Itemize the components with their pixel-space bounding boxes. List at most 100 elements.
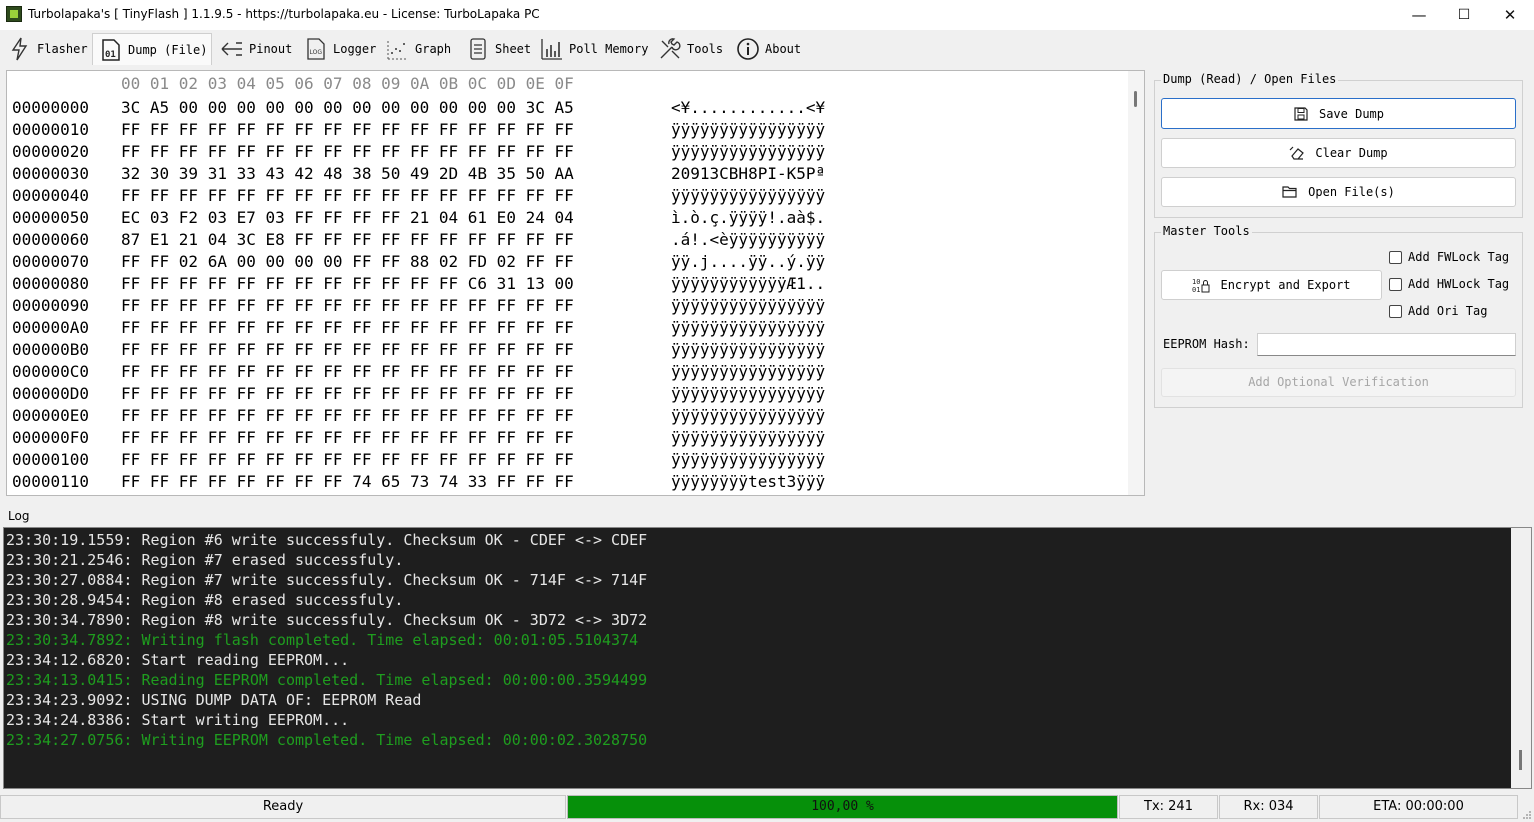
log-panel[interactable]: 23:30:19.1559: Region #6 write successfu…: [3, 527, 1532, 789]
hex-viewer[interactable]: 00 01 02 03 04 05 06 07 08 09 0A 0B 0C 0…: [6, 70, 1145, 496]
tab-sheet[interactable]: Sheet: [460, 33, 534, 65]
close-button[interactable]: ✕: [1487, 0, 1533, 30]
hex-scrollbar[interactable]: [1128, 71, 1144, 495]
open-files-button[interactable]: Open File(s): [1161, 177, 1516, 207]
hex-scrollbar-thumb[interactable]: [1134, 91, 1137, 107]
tab-sheet-label: Sheet: [495, 42, 532, 56]
tab-logger-label: Logger: [333, 42, 377, 56]
hex-address: 00000060: [12, 230, 90, 249]
folder-icon: [1282, 184, 1298, 200]
hex-bytes: FF FF FF FF FF FF FF FF FF FF FF FF FF F…: [121, 340, 574, 359]
resize-grip-icon[interactable]: [1522, 810, 1532, 820]
tab-flasher-label: Flasher: [37, 42, 88, 56]
hex-address: 00000010: [12, 120, 90, 139]
tab-tools[interactable]: Tools: [652, 33, 728, 65]
hex-ascii: ÿÿÿÿÿÿÿÿÿÿÿÿÿÿÿÿ: [671, 384, 826, 403]
hex-bytes: FF FF FF FF FF FF FF FF FF FF FF FF C6 3…: [121, 274, 574, 293]
ori-checkbox-box[interactable]: [1389, 304, 1402, 318]
tab-tools-label: Tools: [687, 42, 724, 56]
info-icon: [736, 37, 760, 61]
file-01-icon: 01: [99, 38, 123, 62]
hex-bytes: FF FF FF FF FF FF FF FF FF FF FF FF FF F…: [121, 142, 574, 161]
window-title: Turbolapaka's [ TinyFlash ] 1.1.9.5 - ht…: [28, 7, 540, 21]
log-scrollbar-thumb[interactable]: [1519, 750, 1522, 770]
eeprom-hash-input[interactable]: [1257, 333, 1516, 356]
graph-dots-icon: [386, 37, 410, 61]
sheet-icon: [466, 37, 490, 61]
hex-address: 00000090: [12, 296, 90, 315]
eeprom-hash-label: EEPROM Hash:: [1163, 337, 1250, 351]
hex-address: 000000E0: [12, 406, 90, 425]
hex-address: 00000100: [12, 450, 90, 469]
tab-flasher[interactable]: Flasher: [2, 33, 90, 65]
log-line: 23:30:21.2546: Region #7 erased successf…: [6, 551, 404, 569]
hex-bytes: FF FF FF FF FF FF FF FF FF FF FF FF FF F…: [121, 428, 574, 447]
fwlock-label: Add FWLock Tag: [1408, 250, 1510, 264]
hex-address: 00000040: [12, 186, 90, 205]
encrypt-export-button[interactable]: 10 01 Encrypt and Export: [1161, 270, 1382, 300]
hex-bytes: 87 E1 21 04 3C E8 FF FF FF FF FF FF FF F…: [121, 230, 574, 249]
svg-text:LOG: LOG: [310, 49, 323, 56]
tab-poll-memory[interactable]: Poll Memory: [534, 33, 652, 65]
ori-label: Add Ori Tag: [1408, 304, 1488, 318]
add-verification-button[interactable]: Add Optional Verification: [1161, 368, 1516, 397]
pinout-arrow-icon: [220, 37, 244, 61]
hex-address: 00000050: [12, 208, 90, 227]
tools-icon: [658, 37, 682, 61]
hex-ascii: ÿÿÿÿÿÿÿÿÿÿÿÿÿÿÿÿ: [671, 340, 826, 359]
hex-address: 00000030: [12, 164, 90, 183]
hex-ascii: .á!.<èÿÿÿÿÿÿÿÿÿÿ: [671, 230, 826, 249]
clear-dump-button[interactable]: Clear Dump: [1161, 138, 1516, 168]
hex-ascii: ÿÿÿÿÿÿÿÿÿÿÿÿÿÿÿÿ: [671, 406, 826, 425]
hex-bytes: FF FF FF FF FF FF FF FF FF FF FF FF FF F…: [121, 406, 574, 425]
tab-logger[interactable]: LOG Logger: [298, 33, 378, 65]
tab-graph[interactable]: Graph: [380, 33, 458, 65]
svg-text:01: 01: [1192, 286, 1200, 293]
log-label: Log: [8, 509, 30, 523]
hex-ascii: ì.ò.ç.ÿÿÿÿ!.aà$.: [671, 208, 826, 227]
tab-pinout-label: Pinout: [249, 42, 293, 56]
hex-bytes: FF FF 02 6A 00 00 00 00 FF FF 88 02 FD 0…: [121, 252, 574, 271]
hex-address: 00000020: [12, 142, 90, 161]
hex-bytes: FF FF FF FF FF FF FF FF FF FF FF FF FF F…: [121, 362, 574, 381]
clear-dump-label: Clear Dump: [1315, 146, 1388, 160]
log-line: 23:34:24.8386: Start writing EEPROM...: [6, 711, 350, 729]
save-icon: [1293, 106, 1309, 122]
hex-ascii: ÿÿÿÿÿÿÿÿÿÿÿÿÿÿÿÿ: [671, 296, 826, 315]
fwlock-tag-checkbox[interactable]: Add FWLock Tag: [1389, 250, 1509, 264]
log-line: 23:34:12.6820: Start reading EEPROM...: [6, 651, 350, 669]
minimize-button[interactable]: —: [1396, 0, 1442, 30]
tab-about[interactable]: About: [730, 33, 804, 65]
hex-address: 000000C0: [12, 362, 90, 381]
hex-ascii: ÿÿÿÿÿÿÿÿÿÿÿÿÿÿÿÿ: [671, 450, 826, 469]
log-line: 23:34:27.0756: Writing EEPROM completed.…: [6, 731, 648, 749]
tab-pinout[interactable]: Pinout: [214, 33, 298, 65]
save-dump-button[interactable]: Save Dump: [1161, 98, 1516, 129]
hex-bytes: FF FF FF FF FF FF FF FF 74 65 73 74 33 F…: [121, 472, 574, 491]
hex-ascii: ÿÿ.j....ÿÿ..ý.ÿÿ: [671, 252, 826, 271]
log-line: 23:30:19.1559: Region #6 write successfu…: [6, 531, 648, 549]
progress-bar: 100,00 %: [567, 795, 1118, 819]
title-bar: Turbolapaka's [ TinyFlash ] 1.1.9.5 - ht…: [0, 0, 1534, 30]
open-files-label: Open File(s): [1308, 185, 1395, 199]
hwlock-tag-checkbox[interactable]: Add HWLock Tag: [1389, 277, 1509, 291]
log-line: 23:34:23.9092: USING DUMP DATA OF: EEPRO…: [6, 691, 422, 709]
hwlock-checkbox-box[interactable]: [1389, 277, 1402, 291]
toolbar: Flasher 01 Dump (File) Pinout LOG Logger…: [0, 30, 1534, 68]
tab-dump-file[interactable]: 01 Dump (File): [92, 33, 212, 65]
eraser-icon: [1289, 145, 1305, 161]
ori-tag-checkbox[interactable]: Add Ori Tag: [1389, 304, 1487, 318]
hex-ascii: ÿÿÿÿÿÿÿÿÿÿÿÿÿÿÿÿ: [671, 120, 826, 139]
hex-ascii: 20913CBH8PI-K5Pª: [671, 164, 826, 183]
log-scrollbar[interactable]: [1511, 528, 1531, 788]
log-icon: LOG: [304, 37, 328, 61]
hex-address: 00000000: [12, 98, 90, 117]
fwlock-checkbox-box[interactable]: [1389, 250, 1402, 264]
tab-poll-memory-label: Poll Memory: [569, 42, 649, 56]
maximize-button[interactable]: ☐: [1441, 0, 1487, 30]
dump-group-title: Dump (Read) / Open Files: [1161, 72, 1339, 86]
log-line: 23:30:34.7890: Region #8 write successfu…: [6, 611, 648, 629]
log-line: 23:30:34.7892: Writing flash completed. …: [6, 631, 639, 649]
hex-column-header: 00 01 02 03 04 05 06 07 08 09 0A 0B 0C 0…: [121, 74, 574, 93]
lightning-icon: [8, 37, 32, 61]
